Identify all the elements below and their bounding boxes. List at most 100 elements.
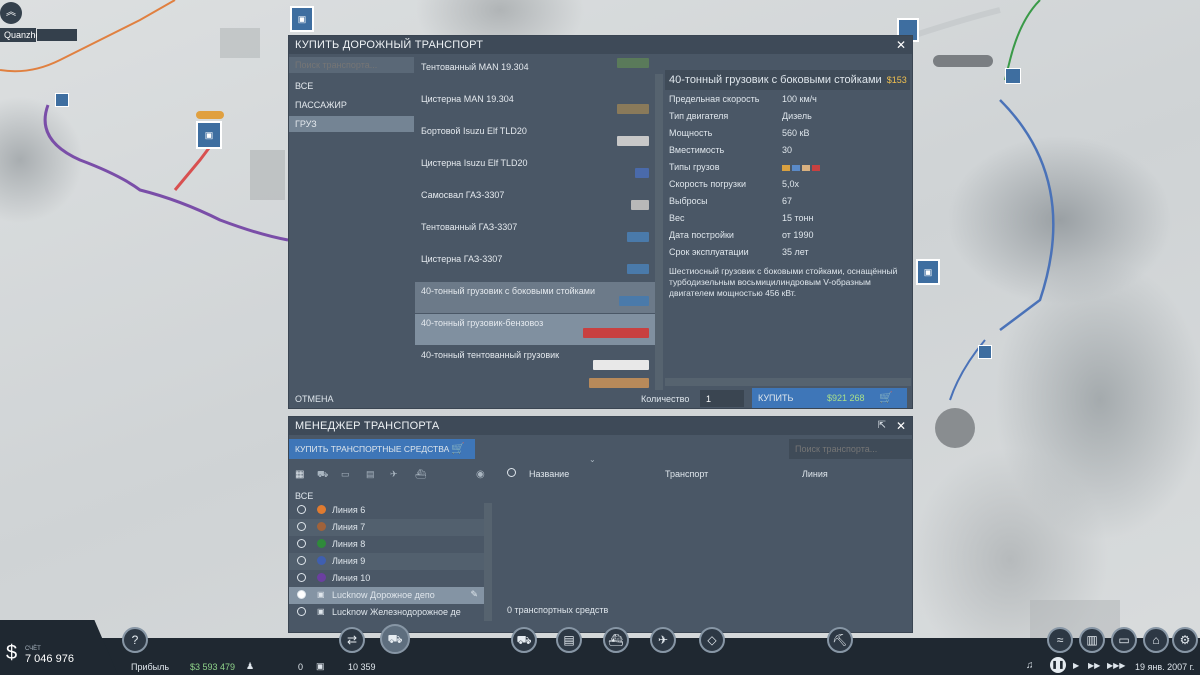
- stat-value: 35 лет: [782, 247, 809, 257]
- vehicle-search-input[interactable]: [289, 57, 414, 73]
- road-filter-icon[interactable]: ⛟: [317, 469, 328, 481]
- close-icon[interactable]: ✕: [896, 419, 906, 433]
- radio[interactable]: [297, 556, 306, 565]
- bus-stop-icon[interactable]: [978, 345, 992, 359]
- vehicle-item[interactable]: Цистерна Isuzu Elf TLD20: [415, 154, 655, 185]
- column-vehicle[interactable]: Транспорт: [665, 469, 708, 479]
- vehicle-item[interactable]: Цистерна MAN 19.304: [415, 90, 655, 121]
- industries-icon[interactable]: ⌂: [1143, 627, 1169, 653]
- depot-row[interactable]: ▣ Lucknow Железнодорожное де: [289, 604, 484, 621]
- description-scrollbar[interactable]: [665, 378, 911, 386]
- vehicle-item[interactable]: Бортовой Isuzu Elf TLD20: [415, 122, 655, 153]
- radio[interactable]: [297, 505, 306, 514]
- column-name[interactable]: Название: [529, 469, 569, 479]
- vehicle-name: Самосвал ГАЗ-3307: [421, 190, 505, 200]
- vehicles-icon[interactable]: ⛟: [380, 624, 410, 654]
- category-cargo[interactable]: ГРУЗ: [289, 116, 414, 132]
- sort-chevron-icon[interactable]: ⌄: [589, 455, 596, 464]
- help-icon[interactable]: ?: [122, 627, 148, 653]
- radio-checked[interactable]: [297, 590, 306, 599]
- messages-icon[interactable]: ▭: [1111, 627, 1137, 653]
- buy-button[interactable]: КУПИТЬ $921 268 🛒: [752, 388, 907, 408]
- fast-forward-icon[interactable]: ▶▶: [1088, 661, 1100, 670]
- vehicle-item[interactable]: Цистерна ГАЗ-3307: [415, 250, 655, 281]
- close-icon[interactable]: ✕: [896, 38, 906, 52]
- bulldozer-icon[interactable]: ⛏: [827, 627, 853, 653]
- radio[interactable]: [297, 573, 306, 582]
- music-icon[interactable]: ♫: [1026, 660, 1034, 671]
- collapse-icon[interactable]: ︽: [0, 2, 22, 24]
- stat-label: Предельная скорость: [669, 94, 760, 104]
- road-construction-icon[interactable]: ⛟: [511, 627, 537, 653]
- cargo-station-icon[interactable]: ▣: [916, 259, 940, 285]
- cargo-station-icon[interactable]: ▣: [196, 121, 222, 149]
- bus-stop-icon[interactable]: [55, 93, 69, 107]
- edit-icon[interactable]: ✎: [470, 589, 478, 600]
- stat-row: Вес 15 тонн: [669, 213, 899, 230]
- grid-icon[interactable]: ▦: [295, 469, 304, 480]
- vehicle-description: Шестиосный грузовик с боковыми стойками,…: [669, 266, 898, 298]
- vehicle-list-scrollbar[interactable]: [655, 74, 663, 390]
- depot-row-selected[interactable]: ▣ Lucknow Дорожное депо ✎: [289, 587, 484, 604]
- stat-label: Скорость погрузки: [669, 179, 747, 189]
- vehicle-item[interactable]: 40-тонный тентованный грузовик: [415, 346, 655, 377]
- quantity-input[interactable]: [700, 390, 744, 407]
- line-row[interactable]: Линия 7: [289, 519, 484, 536]
- line-row[interactable]: Линия 8: [289, 536, 484, 553]
- industry-icon[interactable]: [935, 408, 975, 448]
- plane-filter-icon[interactable]: ✈: [390, 469, 398, 480]
- ship-filter-icon[interactable]: ⛴: [415, 469, 426, 480]
- bus-filter-icon[interactable]: ▭: [341, 469, 350, 480]
- manager-search-input[interactable]: [789, 439, 913, 459]
- stat-row: Вместимость 30: [669, 145, 899, 162]
- selected-vehicle-price: $153: [886, 75, 907, 85]
- radio[interactable]: [297, 607, 306, 616]
- line-row[interactable]: Линия 6: [289, 502, 484, 519]
- selected-vehicle-title: 40-тонный грузовик с боковыми стойками: [669, 74, 882, 86]
- vehicle-name: Бортовой Isuzu Elf TLD20: [421, 126, 527, 136]
- passenger-icon: ♟: [246, 661, 255, 671]
- stat-value: 67: [782, 196, 793, 206]
- vehicle-item[interactable]: Тентованный ГАЗ-3307: [415, 218, 655, 249]
- settings-icon[interactable]: ⚙: [1172, 627, 1198, 653]
- stat-row: Типы грузов: [669, 162, 899, 179]
- town-icon[interactable]: ▥: [1079, 627, 1105, 653]
- cargo-station-icon[interactable]: ▣: [290, 6, 314, 32]
- vehicle-item[interactable]: [415, 378, 655, 392]
- terrain-icon[interactable]: ◇: [699, 627, 725, 653]
- buy-vehicles-button[interactable]: КУПИТЬ ТРАНСПОРТНЫЕ СРЕДСТВА 🛒: [289, 439, 475, 459]
- play-icon[interactable]: ▶: [1073, 661, 1079, 670]
- city-label[interactable]: Quanzhou: [0, 28, 46, 42]
- category-all[interactable]: ВСЕ: [289, 78, 414, 94]
- popout-icon[interactable]: ⇱: [878, 420, 886, 431]
- vehicle-name: Цистерна MAN 19.304: [421, 94, 514, 104]
- map-layers-icon[interactable]: ≈: [1047, 627, 1073, 653]
- rail-construction-icon[interactable]: ▤: [556, 627, 582, 653]
- vehicle-item-selected[interactable]: 40-тонный грузовик-бензовоз: [415, 314, 655, 345]
- radio[interactable]: [297, 539, 306, 548]
- water-construction-icon[interactable]: ⛴: [603, 627, 629, 653]
- fastest-forward-icon[interactable]: ▶▶▶: [1107, 661, 1125, 670]
- cancel-button[interactable]: ОТМЕНА: [295, 394, 334, 404]
- line-row[interactable]: Линия 10: [289, 570, 484, 587]
- stat-row: Тип двигателя Дизель: [669, 111, 899, 128]
- select-all-radio[interactable]: [507, 468, 516, 477]
- category-passenger[interactable]: ПАССАЖИР: [289, 97, 414, 113]
- balance: 7 046 976: [25, 653, 74, 665]
- truck-icon: [619, 296, 649, 306]
- radio[interactable]: [297, 522, 306, 531]
- lines-scrollbar[interactable]: [484, 503, 492, 621]
- lines-icon[interactable]: ⇄: [339, 627, 365, 653]
- air-construction-icon[interactable]: ✈: [650, 627, 676, 653]
- train-filter-icon[interactable]: ▤: [366, 469, 375, 480]
- stat-row: Срок эксплуатации 35 лет: [669, 247, 899, 264]
- vehicle-item[interactable]: Самосвал ГАЗ-3307: [415, 186, 655, 217]
- column-line[interactable]: Линия: [802, 469, 828, 479]
- vehicle-item[interactable]: 40-тонный грузовик с боковыми стойками: [415, 282, 655, 313]
- eye-icon[interactable]: ◉: [476, 469, 485, 480]
- bus-stop-icon[interactable]: [1005, 68, 1021, 84]
- vehicle-item[interactable]: Тентованный MAN 19.304: [415, 58, 655, 89]
- lines-all[interactable]: ВСЕ: [295, 491, 313, 501]
- line-row[interactable]: Линия 9: [289, 553, 484, 570]
- pause-icon[interactable]: ❚❚: [1050, 657, 1066, 673]
